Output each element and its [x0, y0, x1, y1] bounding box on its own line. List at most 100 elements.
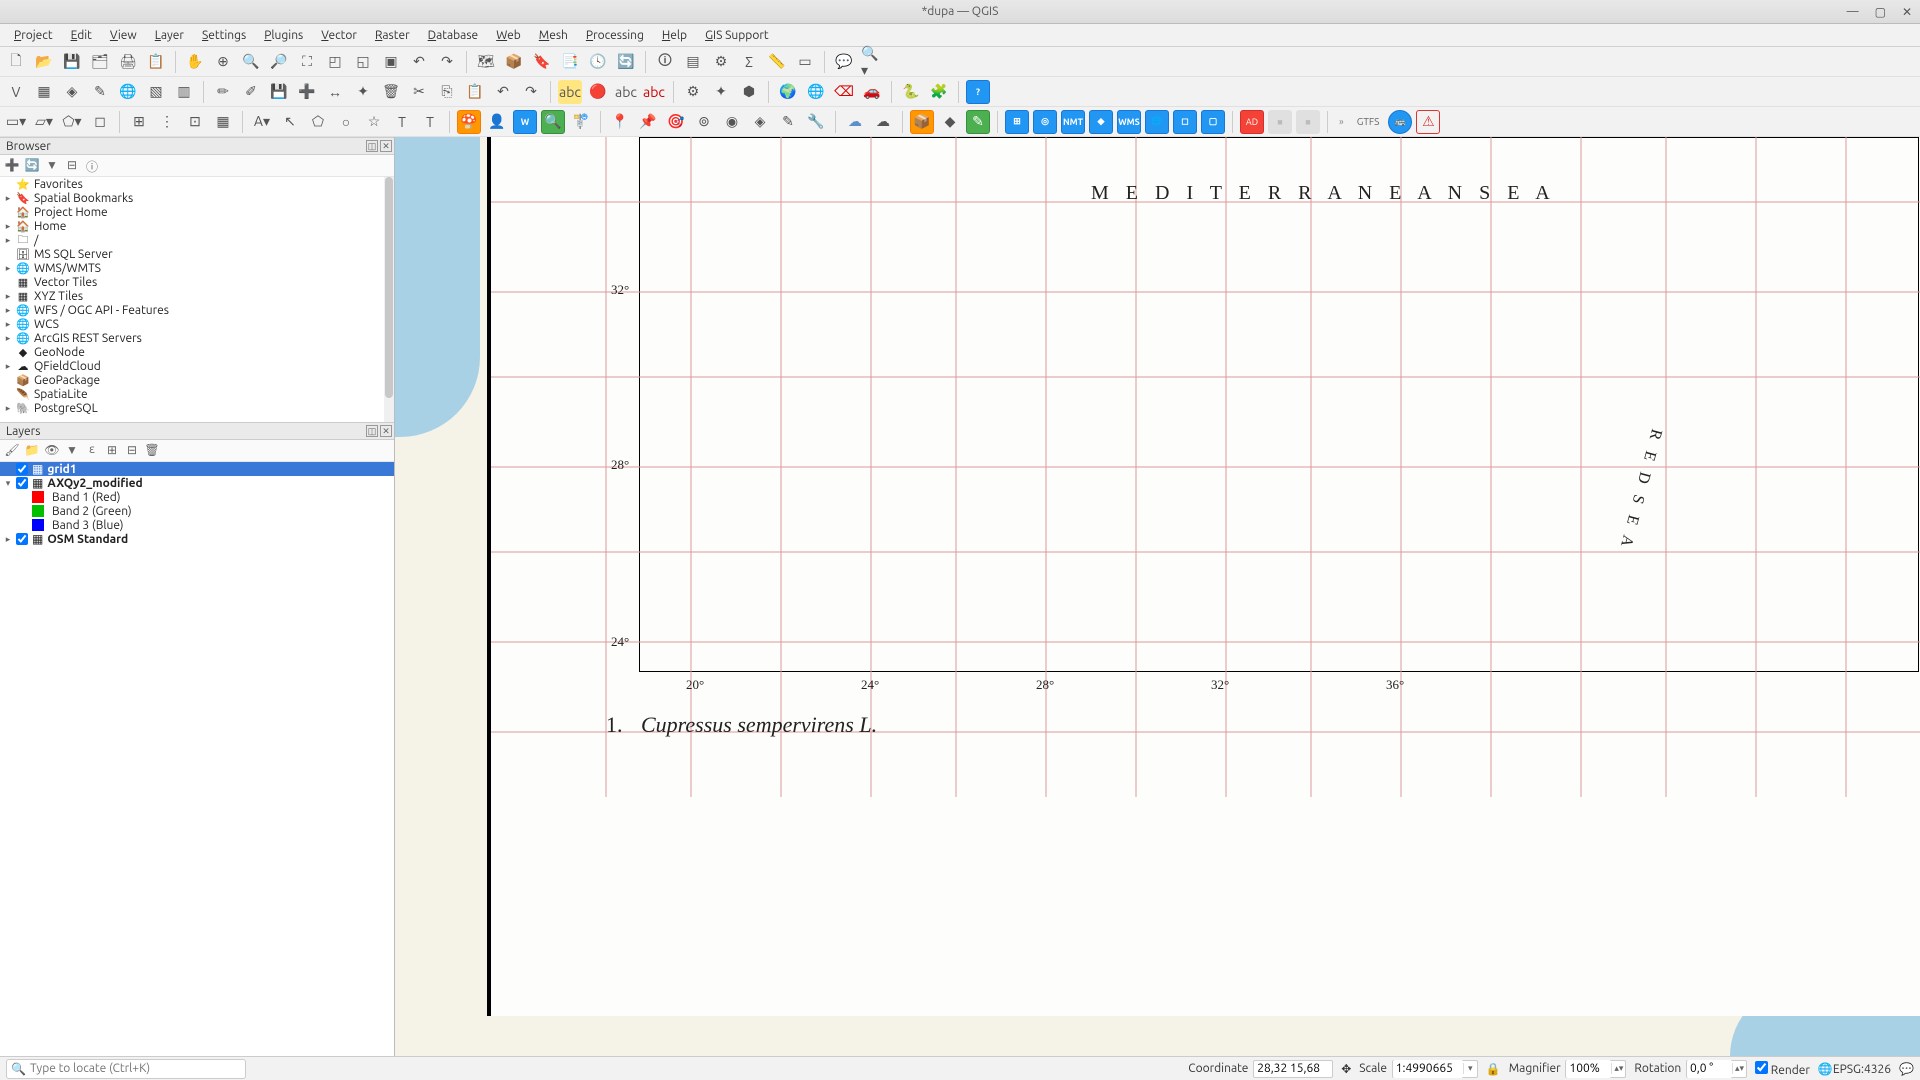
scale-input[interactable]	[1393, 1060, 1463, 1078]
panel-undock-icon[interactable]: ◫	[366, 140, 378, 152]
layers-manage-icon[interactable]: 👁	[44, 443, 60, 459]
menu-database[interactable]: Database	[420, 27, 487, 44]
plugin-route-icon[interactable]: 🚏	[569, 110, 593, 134]
layers-expr-icon[interactable]: ε	[84, 443, 100, 459]
panel-close-icon[interactable]: ✕	[380, 425, 392, 437]
label-hide-icon[interactable]: abc	[642, 80, 666, 104]
refresh-icon[interactable]: 🔄	[614, 50, 638, 74]
menu-plugins[interactable]: Plugins	[256, 27, 311, 44]
map-canvas[interactable]: M E D I T E R R A N E A N S E A R E D S …	[395, 137, 1920, 1056]
star-icon[interactable]: ☆	[362, 110, 386, 134]
wms-icon[interactable]: WMS	[1117, 110, 1141, 134]
show-bookmarks-icon[interactable]: 📑	[558, 50, 582, 74]
gps3-icon[interactable]: ◉	[720, 110, 744, 134]
browser-item-home[interactable]: ▸🏠Home	[0, 219, 394, 233]
browser-item-wms-wmts[interactable]: ▸🌐WMS/WMTS	[0, 261, 394, 275]
panel-close-icon[interactable]: ✕	[380, 140, 392, 152]
locator[interactable]: 🔍	[6, 1059, 246, 1079]
add-layer-icon[interactable]: ➕	[4, 158, 20, 174]
zoom-selection-icon[interactable]: ◰	[323, 50, 347, 74]
save-icon[interactable]: 💾	[60, 50, 84, 74]
new-project-icon[interactable]: 🗋	[4, 50, 28, 74]
browser-item--[interactable]: ▸🗀/	[0, 233, 394, 247]
plugin-red-icon[interactable]: 👤	[485, 110, 509, 134]
label-move-icon[interactable]: abc	[614, 80, 638, 104]
move-feature-icon[interactable]: ↔	[323, 80, 347, 104]
globe-blue-icon[interactable]: 🌐	[1145, 110, 1169, 134]
box-icon[interactable]: 📦	[910, 110, 934, 134]
sigma-icon[interactable]: Σ	[737, 50, 761, 74]
panel-undock-icon[interactable]: ◫	[366, 425, 378, 437]
rotation-input[interactable]	[1687, 1060, 1732, 1078]
magnifier-spin-icon[interactable]: ▴▾	[1611, 1063, 1625, 1074]
browser-item-favorites[interactable]: ⭐Favorites	[0, 177, 394, 191]
snap2-icon[interactable]: ⋮	[155, 110, 179, 134]
sq2-blue-icon[interactable]: ▢	[1201, 110, 1225, 134]
layers-expand-icon[interactable]: ⊞	[104, 443, 120, 459]
layer-visibility-checkbox[interactable]	[16, 477, 28, 489]
open-project-icon[interactable]: 📂	[32, 50, 56, 74]
osm-icon[interactable]: ⌫	[832, 80, 856, 104]
wrench-icon[interactable]: 🔧	[804, 110, 828, 134]
circle-blue-icon[interactable]: ◎	[1033, 110, 1057, 134]
measure-icon[interactable]: 📏	[765, 50, 789, 74]
browser-item-spatial-bookmarks[interactable]: ▸🔖Spatial Bookmarks	[0, 191, 394, 205]
browser-tree[interactable]: ⭐Favorites▸🔖Spatial Bookmarks🏠Project Ho…	[0, 177, 394, 422]
processing-icon[interactable]: ⚙	[681, 80, 705, 104]
layers-tree[interactable]: ▦grid1▾ ▦AXQy2_modifiedBand 1 (Red)Band …	[0, 462, 394, 1056]
georef2-icon[interactable]: 🌐	[804, 80, 828, 104]
menu-settings[interactable]: Settings	[194, 27, 254, 44]
text-icon[interactable]: T	[390, 110, 414, 134]
browser-item-arcgis-rest-servers[interactable]: ▸🌐ArcGIS REST Servers	[0, 331, 394, 345]
grey1-icon[interactable]: ■	[1268, 110, 1292, 134]
layers-remove-icon[interactable]: 🗑	[144, 443, 160, 459]
attribute-table-icon[interactable]: ▤	[681, 50, 705, 74]
diamond-blue-icon[interactable]: ◆	[1089, 110, 1113, 134]
new-3d-view-icon[interactable]: 📦	[502, 50, 526, 74]
layer-grid1[interactable]: ▦grid1	[0, 462, 394, 476]
map-tips-icon[interactable]: 💬	[832, 50, 856, 74]
close-icon[interactable]: ✕	[1902, 5, 1912, 19]
add-feature-icon[interactable]: ➕	[295, 80, 319, 104]
menu-help[interactable]: Help	[654, 27, 695, 44]
add-gpkg-icon[interactable]: ▧	[144, 80, 168, 104]
copy-icon[interactable]: ⎘	[435, 80, 459, 104]
layers-add-group-icon[interactable]: 📁	[24, 443, 40, 459]
select-poly-icon[interactable]: ▱▾	[32, 110, 56, 134]
menu-gis-support[interactable]: GIS Support	[697, 27, 777, 44]
print-layout-icon[interactable]: 🖨	[116, 50, 140, 74]
menu-edit[interactable]: Edit	[63, 27, 100, 44]
pin-icon[interactable]: 📌	[636, 110, 660, 134]
identify-icon[interactable]: 🛈	[653, 50, 677, 74]
zoom-full-icon[interactable]: ⛶	[295, 50, 319, 74]
zoom-next-icon[interactable]: ↷	[435, 50, 459, 74]
snap3-icon[interactable]: ⊡	[183, 110, 207, 134]
scale-dropdown-icon[interactable]: ▾	[1463, 1063, 1477, 1074]
field-calc-icon[interactable]: ⚙	[709, 50, 733, 74]
paste-icon[interactable]: 📋	[463, 80, 487, 104]
gps-icon[interactable]: 📍	[608, 110, 632, 134]
maximize-icon[interactable]: ▢	[1875, 5, 1886, 19]
zoom-layer-icon[interactable]: ◱	[351, 50, 375, 74]
coordinate-input[interactable]	[1253, 1060, 1333, 1078]
zoom-in-icon[interactable]: 🔍	[239, 50, 263, 74]
measure-area-icon[interactable]: ▭	[793, 50, 817, 74]
lock-icon[interactable]: 🔒	[1486, 1062, 1501, 1076]
layer-visibility-checkbox[interactable]	[16, 463, 28, 475]
processing2-icon[interactable]: ✦	[709, 80, 733, 104]
more-icon[interactable]: »	[1339, 116, 1344, 127]
zoom-native-icon[interactable]: ▣	[379, 50, 403, 74]
pencil2-icon[interactable]: ✐	[239, 80, 263, 104]
nmt-icon[interactable]: NMT	[1061, 110, 1085, 134]
help-icon[interactable]: ?	[966, 80, 990, 104]
browser-item-spatialite[interactable]: 🪶SpatiaLite	[0, 387, 394, 401]
box2-icon[interactable]: ◆	[938, 110, 962, 134]
menu-mesh[interactable]: Mesh	[531, 27, 576, 44]
text2-icon[interactable]: T	[418, 110, 442, 134]
gtfs-icon[interactable]: GTFS	[1352, 110, 1385, 134]
menu-view[interactable]: View	[102, 27, 145, 44]
browser-scrollbar[interactable]	[384, 177, 394, 422]
add-csv-icon[interactable]: ✎	[88, 80, 112, 104]
ruler-icon[interactable]: ✎	[966, 110, 990, 134]
layer-axqy2-modified[interactable]: ▾ ▦AXQy2_modified	[0, 476, 394, 490]
